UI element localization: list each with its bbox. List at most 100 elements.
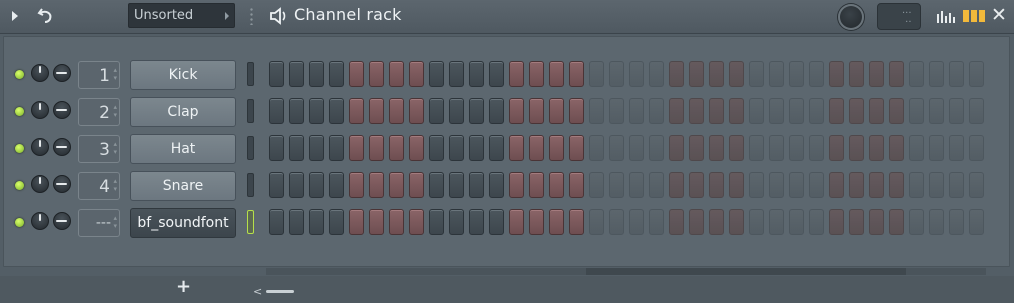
mixer-route-box[interactable]: --- ▴ ▾ (78, 209, 120, 237)
step-button[interactable] (509, 209, 524, 235)
step-button[interactable] (789, 61, 804, 87)
step-button[interactable] (709, 135, 724, 161)
step-button[interactable] (589, 135, 604, 161)
step-button[interactable] (829, 172, 844, 198)
step-button[interactable] (549, 61, 564, 87)
drag-grip-icon[interactable] (250, 7, 253, 25)
step-button[interactable] (709, 98, 724, 124)
step-button[interactable] (409, 209, 424, 235)
step-button[interactable] (289, 135, 304, 161)
mute-led[interactable] (15, 107, 24, 116)
channel-button[interactable]: Hat (130, 134, 236, 164)
step-button[interactable] (609, 61, 624, 87)
step-button[interactable] (589, 98, 604, 124)
step-button[interactable] (369, 135, 384, 161)
step-button[interactable] (549, 209, 564, 235)
step-button[interactable] (909, 209, 924, 235)
step-button[interactable] (949, 61, 964, 87)
step-button[interactable] (269, 172, 284, 198)
step-button[interactable] (349, 135, 364, 161)
step-button[interactable] (449, 98, 464, 124)
step-button[interactable] (969, 172, 984, 198)
step-button[interactable] (629, 98, 644, 124)
step-button[interactable] (729, 209, 744, 235)
step-button[interactable] (889, 61, 904, 87)
swing-knob[interactable] (838, 4, 864, 30)
step-button[interactable] (869, 135, 884, 161)
step-button[interactable] (569, 209, 584, 235)
step-button[interactable] (869, 209, 884, 235)
step-button[interactable] (429, 209, 444, 235)
mute-led[interactable] (15, 181, 24, 190)
step-button[interactable] (849, 61, 864, 87)
step-button[interactable] (689, 61, 704, 87)
pan-knob[interactable] (31, 212, 49, 230)
pattern-scroll-thumb[interactable] (266, 290, 294, 293)
channel-select-bar[interactable] (247, 136, 254, 160)
step-button[interactable] (969, 209, 984, 235)
step-button[interactable] (509, 61, 524, 87)
step-button[interactable] (609, 135, 624, 161)
step-button[interactable] (349, 98, 364, 124)
step-button[interactable] (689, 98, 704, 124)
step-button[interactable] (469, 209, 484, 235)
step-button[interactable] (949, 172, 964, 198)
step-button[interactable] (689, 209, 704, 235)
step-button[interactable] (709, 209, 724, 235)
step-button[interactable] (789, 209, 804, 235)
step-button[interactable] (369, 172, 384, 198)
step-button[interactable] (309, 172, 324, 198)
step-button[interactable] (629, 172, 644, 198)
step-button[interactable] (709, 61, 724, 87)
step-button[interactable] (809, 98, 824, 124)
step-button[interactable] (269, 61, 284, 87)
step-button[interactable] (289, 98, 304, 124)
step-button[interactable] (449, 61, 464, 87)
step-button[interactable] (409, 98, 424, 124)
volume-knob[interactable] (53, 175, 71, 193)
step-button[interactable] (289, 172, 304, 198)
step-button[interactable] (749, 135, 764, 161)
step-button[interactable] (589, 172, 604, 198)
mixer-route-box[interactable]: 3 ▴ ▾ (78, 135, 120, 163)
step-button[interactable] (589, 209, 604, 235)
step-button[interactable] (669, 61, 684, 87)
step-button[interactable] (809, 209, 824, 235)
step-button[interactable] (489, 172, 504, 198)
step-button[interactable] (969, 135, 984, 161)
step-button[interactable] (389, 61, 404, 87)
step-button[interactable] (769, 209, 784, 235)
step-button[interactable] (889, 209, 904, 235)
step-button[interactable] (529, 172, 544, 198)
step-button[interactable] (409, 61, 424, 87)
step-button[interactable] (729, 135, 744, 161)
step-button[interactable] (649, 135, 664, 161)
step-button[interactable] (849, 135, 864, 161)
step-button[interactable] (369, 61, 384, 87)
step-button[interactable] (469, 98, 484, 124)
pan-knob[interactable] (31, 175, 49, 193)
step-button[interactable] (369, 209, 384, 235)
channel-select-bar[interactable] (247, 210, 254, 234)
step-button[interactable] (269, 209, 284, 235)
step-button[interactable] (669, 98, 684, 124)
step-button[interactable] (509, 135, 524, 161)
step-button[interactable] (309, 98, 324, 124)
step-button[interactable] (369, 98, 384, 124)
step-button[interactable] (529, 135, 544, 161)
step-button[interactable] (569, 135, 584, 161)
step-button[interactable] (429, 172, 444, 198)
add-channel-button[interactable]: + (176, 276, 191, 297)
step-button[interactable] (749, 98, 764, 124)
step-button[interactable] (389, 209, 404, 235)
step-button[interactable] (529, 209, 544, 235)
channel-select-bar[interactable] (247, 62, 254, 86)
close-icon[interactable]: ✕ (991, 6, 1007, 25)
horizontal-scroll-thumb[interactable] (586, 268, 906, 275)
step-button[interactable] (529, 61, 544, 87)
step-button[interactable] (309, 209, 324, 235)
step-button[interactable] (329, 61, 344, 87)
step-button[interactable] (349, 172, 364, 198)
step-button[interactable] (569, 61, 584, 87)
step-button[interactable] (489, 209, 504, 235)
